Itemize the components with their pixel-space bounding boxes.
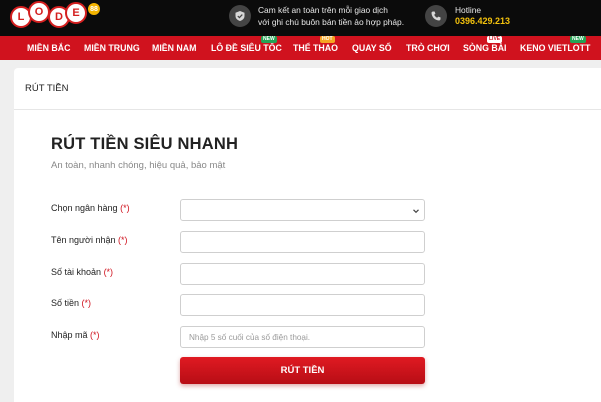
- required-mark: (*): [90, 330, 100, 340]
- promise-line-1: Cam kết an toàn trên mỗi giao dịch: [258, 5, 388, 15]
- label-text: Số tiền: [51, 298, 80, 308]
- code-input[interactable]: [180, 326, 425, 348]
- withdraw-button[interactable]: RÚT TIỀN: [180, 357, 425, 384]
- nav-label: THỂ THAO: [293, 43, 338, 53]
- nav-item-mien-trung[interactable]: MIỀN TRUNG: [84, 43, 140, 53]
- new-badge: NEW: [570, 36, 586, 43]
- required-mark: (*): [117, 235, 128, 245]
- nav-label: MIỀN NAM: [152, 43, 197, 53]
- logo-accent: 88: [88, 3, 100, 15]
- nav-label: TRÒ CHƠI: [406, 43, 450, 53]
- security-promise: Cam kết an toàn trên mỗi giao dịch với g…: [258, 5, 428, 28]
- nav-item-keno-vietlott[interactable]: KENO VIETLOTT NEW: [520, 36, 591, 53]
- new-badge: NEW: [261, 36, 277, 43]
- chevron-down-icon: [413, 209, 419, 214]
- phone-icon: [425, 5, 447, 27]
- label-text: Chọn ngân hàng: [51, 203, 118, 213]
- shield-check-icon: [229, 5, 251, 27]
- top-header: L O D E 88 Cam kết an toàn trên mỗi giao…: [0, 0, 601, 36]
- hotline-number[interactable]: 0396.429.213: [455, 16, 510, 26]
- withdraw-panel: RÚT TIỀN RÚT TIỀN SIÊU NHANH An toàn, nh…: [14, 68, 601, 402]
- nav-label: MIỀN BẮC: [27, 43, 71, 53]
- required-mark: (*): [103, 267, 114, 277]
- account-label: Số tài khoản (*): [51, 267, 113, 277]
- code-label: Nhập mã (*): [51, 330, 100, 340]
- recipient-input[interactable]: [180, 231, 425, 253]
- account-number-input[interactable]: [180, 263, 425, 285]
- bank-label: Chọn ngân hàng (*): [51, 203, 130, 213]
- hot-badge: HOT: [320, 36, 335, 43]
- recipient-label: Tên người nhận (*): [51, 235, 127, 245]
- main-nav: MIỀN BẮC MIỀN TRUNG MIỀN NAM LÔ ĐỀ SIÊU …: [0, 36, 601, 60]
- amount-label: Số tiền (*): [51, 298, 91, 308]
- tab-divider: [14, 109, 601, 110]
- live-badge: LIVE: [487, 36, 503, 43]
- logo-letter-e: E: [65, 2, 87, 24]
- nav-item-quay-so[interactable]: QUAY SỐ: [352, 43, 392, 53]
- label-text: Nhập mã: [51, 330, 88, 340]
- nav-item-lo-de-sieu-toc[interactable]: LÔ ĐỀ SIÊU TỐC NEW: [211, 36, 282, 53]
- label-text: Số tài khoản: [51, 267, 102, 277]
- bank-select[interactable]: [180, 199, 425, 221]
- nav-label: LÔ ĐỀ SIÊU TỐC: [211, 43, 282, 53]
- site-logo[interactable]: L O D E 88: [10, 0, 130, 34]
- form-title: RÚT TIỀN SIÊU NHANH: [51, 135, 239, 153]
- nav-item-mien-bac[interactable]: MIỀN BẮC: [27, 43, 71, 53]
- nav-item-mien-nam[interactable]: MIỀN NAM: [152, 43, 196, 53]
- required-mark: (*): [120, 203, 130, 213]
- nav-label: QUAY SỐ: [352, 43, 392, 53]
- logo-letter-o: O: [28, 1, 50, 23]
- promise-line-2: với ghi chú buôn bán tiền ảo hợp pháp.: [258, 16, 405, 27]
- amount-input[interactable]: [180, 294, 425, 316]
- label-text: Tên người nhận: [51, 235, 116, 245]
- hotline-label: Hotline: [455, 5, 482, 15]
- nav-label: MIỀN TRUNG: [84, 43, 140, 53]
- form-subtitle: An toàn, nhanh chóng, hiệu quả, bảo mật: [51, 160, 226, 171]
- nav-label: KENO VIETLOTT: [520, 43, 591, 53]
- required-mark: (*): [81, 298, 92, 308]
- nav-label: SÒNG BÀI: [463, 43, 507, 53]
- nav-item-tro-choi[interactable]: TRÒ CHƠI: [406, 43, 450, 53]
- nav-item-song-bai[interactable]: SÒNG BÀI LIVE: [463, 36, 507, 53]
- nav-item-the-thao[interactable]: THỂ THAO HOT: [293, 36, 338, 53]
- tab-rut-tien[interactable]: RÚT TIỀN: [25, 83, 68, 94]
